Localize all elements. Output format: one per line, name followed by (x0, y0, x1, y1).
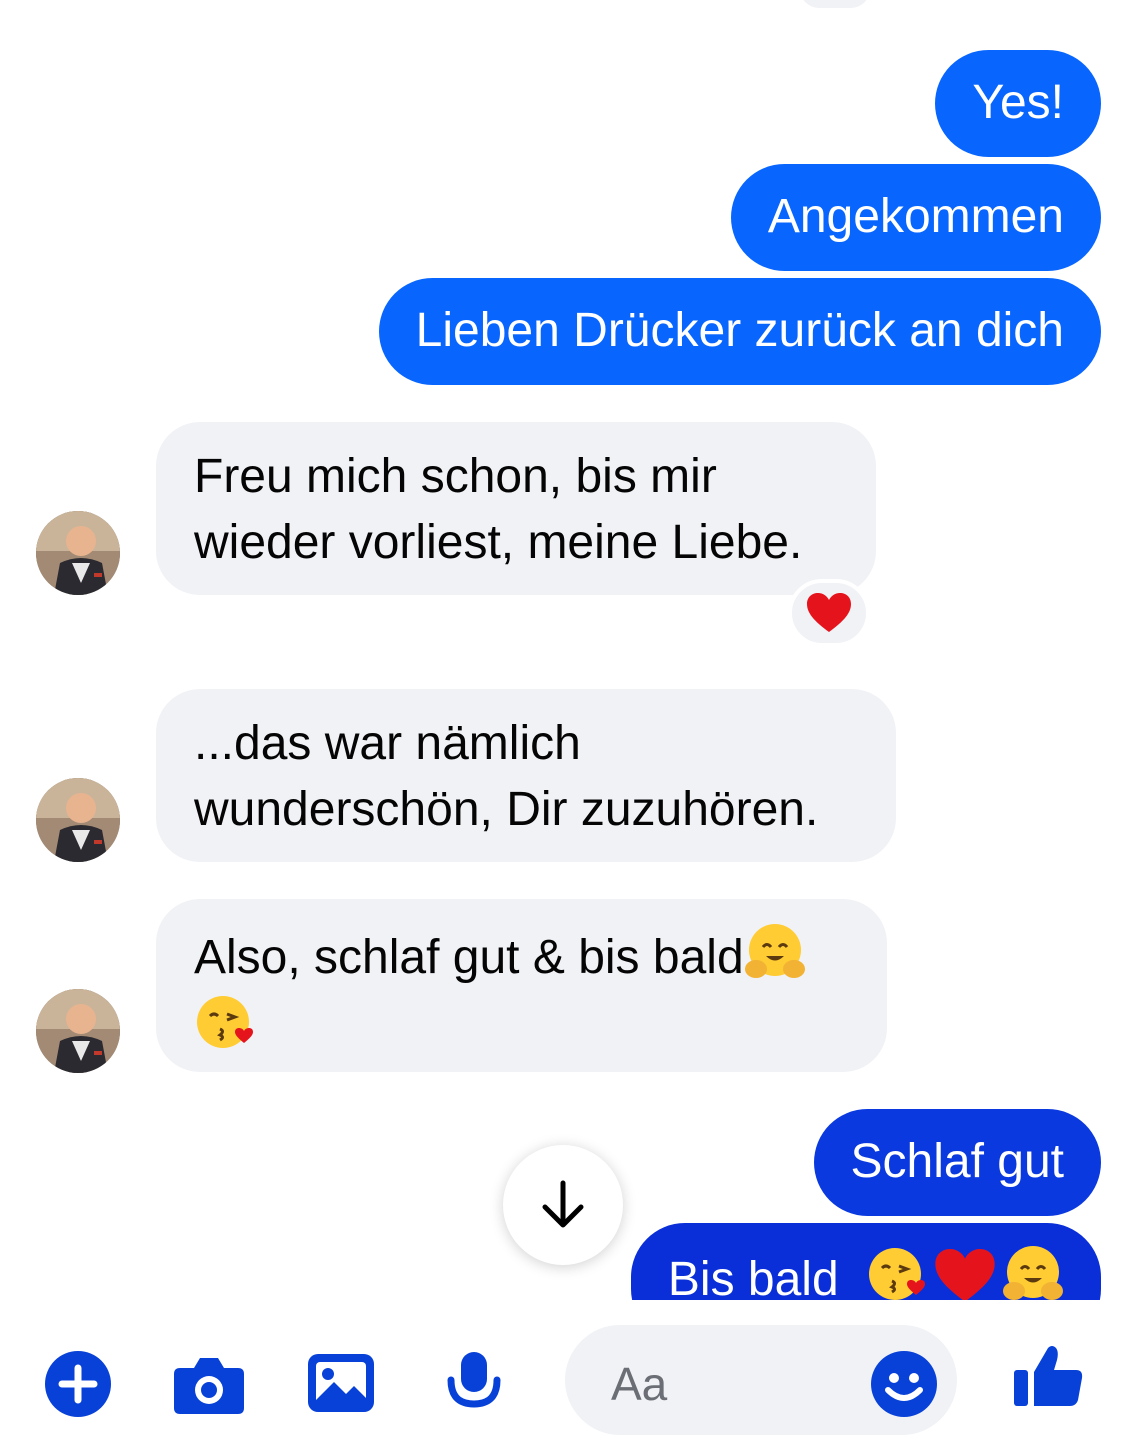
message-input-placeholder: Aa (611, 1358, 668, 1410)
message-text-line: ...das war nämlich (194, 717, 581, 770)
message-text-line: wunderschön, Dir zuzuhören. (194, 783, 819, 836)
heart-icon (807, 593, 851, 632)
like-button[interactable] (1012, 1344, 1084, 1411)
message-text-line: Freu mich schon, bis mir (194, 450, 717, 503)
outgoing-message[interactable]: Schlaf gut (813, 1109, 1101, 1216)
incoming-message[interactable]: Freu mich schon, bis mir wieder vorliest… (156, 422, 876, 595)
emoji-button[interactable] (870, 1350, 938, 1423)
hugging-face-icon (744, 924, 805, 978)
message-text: Lieben Drücker zurück an dich (415, 304, 1064, 357)
avatar[interactable] (36, 989, 120, 1073)
gallery-button[interactable] (306, 1352, 376, 1419)
incoming-message[interactable]: ...das war nämlich wunderschön, Dir zuzu… (156, 689, 896, 862)
camera-button[interactable] (172, 1354, 246, 1419)
image-icon (308, 1354, 374, 1412)
arrow-down-icon (542, 1180, 584, 1228)
camera-icon (174, 1358, 244, 1414)
heart-icon (935, 1249, 995, 1302)
outgoing-message[interactable]: Yes! (935, 50, 1101, 157)
incoming-message[interactable]: Also, schlaf gut & bis bald (156, 899, 887, 1072)
message-text: Yes! (972, 76, 1064, 129)
face-blowing-kiss-icon (869, 1248, 925, 1300)
composer-bar: Aa (0, 1300, 1125, 1435)
face-blowing-kiss-icon (197, 996, 253, 1048)
thumbs-up-icon (1014, 1346, 1083, 1406)
microphone-icon (447, 1352, 501, 1408)
plus-button[interactable] (44, 1350, 112, 1423)
emoji-icon (871, 1351, 937, 1417)
scroll-to-bottom-button[interactable] (503, 1145, 623, 1265)
message-text: Schlaf gut (850, 1135, 1064, 1188)
message-text: Also, schlaf gut & bis bald (194, 931, 744, 984)
message-text-line: wieder vorliest, meine Liebe. (194, 516, 803, 569)
message-text: Angekommen (767, 190, 1064, 243)
microphone-button[interactable] (446, 1350, 502, 1415)
previous-message-edge (800, 0, 870, 8)
message-text: Bis bald (667, 1253, 839, 1306)
outgoing-message[interactable]: Lieben Drücker zurück an dich (378, 278, 1101, 385)
outgoing-message[interactable]: Angekommen (730, 164, 1101, 271)
avatar[interactable] (36, 511, 120, 595)
avatar[interactable] (36, 778, 120, 862)
hugging-face-icon (1003, 1246, 1063, 1300)
plus-icon (45, 1351, 111, 1417)
heart-reaction[interactable] (788, 579, 870, 647)
